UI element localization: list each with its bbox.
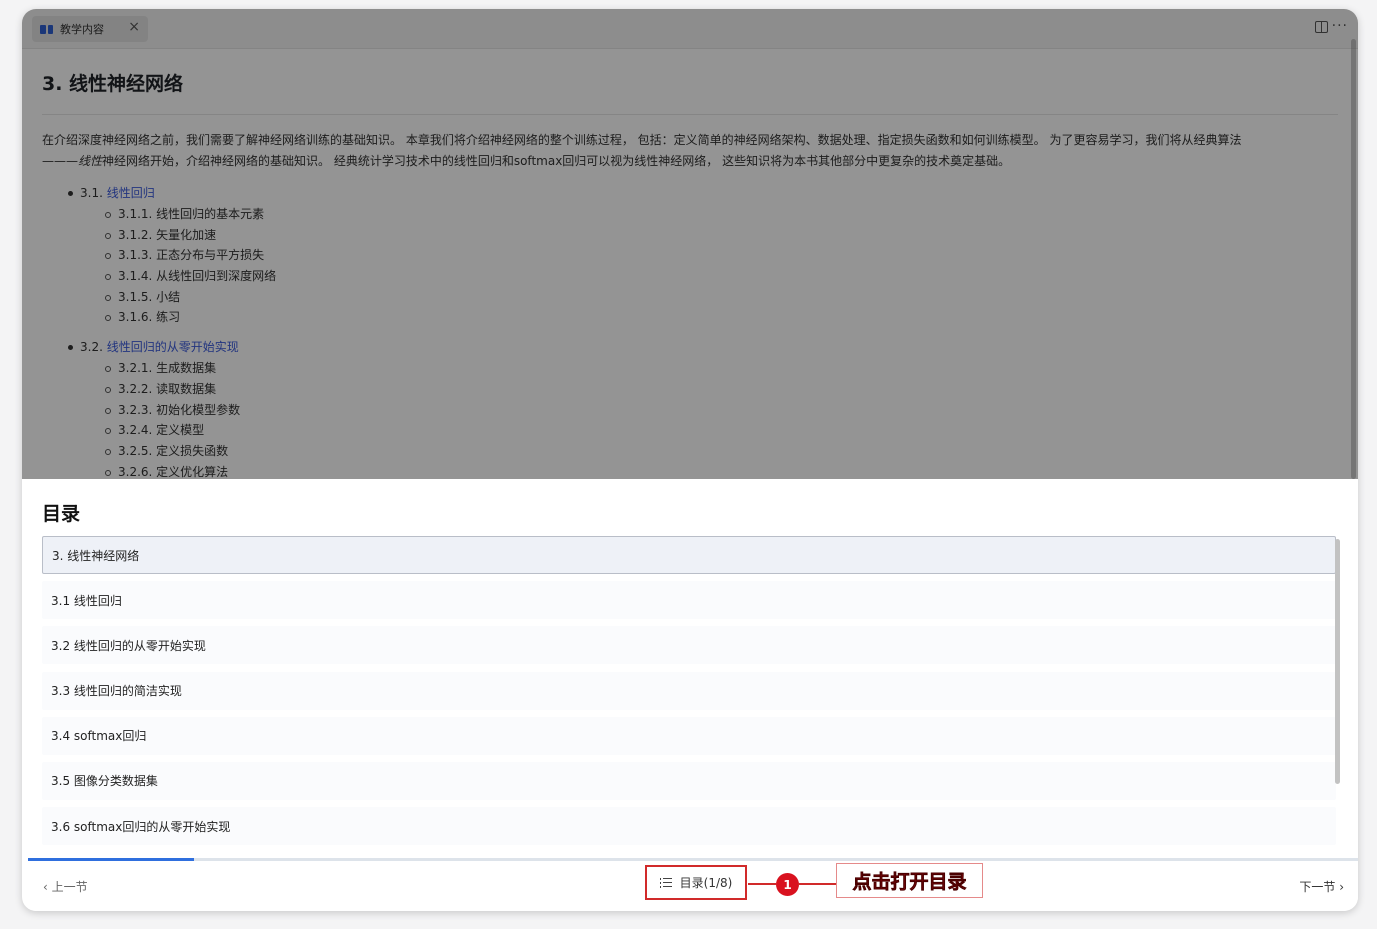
toc-item[interactable]: 3. 线性神经网络 [42,536,1336,574]
toc-item[interactable]: 3.4 softmax回归 [42,716,1336,755]
app-window: 教学内容 × ··· 3. 线性神经网络 在介绍深度神经网络之前，我们需要了解神… [22,9,1358,911]
toc-item[interactable]: 3.5 图像分类数据集 [42,761,1336,800]
toc-button-label: 目录(1/8) [679,876,733,890]
list-icon [659,878,672,888]
modal-backdrop[interactable] [22,9,1358,479]
toc-item[interactable]: 3.6 softmax回归的从零开始实现 [42,807,1336,846]
next-label: 下一节 [1299,880,1336,894]
annotation-label: 点击打开目录 [836,863,983,898]
toc-item[interactable]: 3.1 线性回归 [42,581,1336,620]
chevron-left-icon: ‹ [43,880,48,894]
toc-item[interactable]: 3.2 线性回归的从零开始实现 [42,626,1336,665]
prev-section-button[interactable]: ‹ 上一节 [43,878,88,895]
annotation-step-badge: 1 [776,873,799,896]
toc-sheet: 目录 3. 线性神经网络 3.1 线性回归 3.2 线性回归的从零开始实现 3.… [28,479,1358,911]
chevron-right-icon: › [1339,880,1344,894]
toc-button[interactable]: 目录(1/8) [645,865,747,900]
annotation-connector [748,883,776,885]
prev-label: 上一节 [51,880,88,894]
next-section-button[interactable]: 下一节 › [1299,878,1344,895]
toc-scrollbar[interactable] [1335,539,1340,784]
toc-list: 3. 线性神经网络 3.1 线性回归 3.2 线性回归的从零开始实现 3.3 线… [42,536,1336,852]
toc-sheet-title: 目录 [42,503,81,525]
annotation-connector [798,883,836,885]
nav-footer: ‹ 上一节 目录(1/8) 1 点击打开目录 下一节 › [28,861,1358,911]
toc-item[interactable]: 3.3 线性回归的简洁实现 [42,671,1336,710]
page-scrollbar[interactable] [1351,39,1356,479]
